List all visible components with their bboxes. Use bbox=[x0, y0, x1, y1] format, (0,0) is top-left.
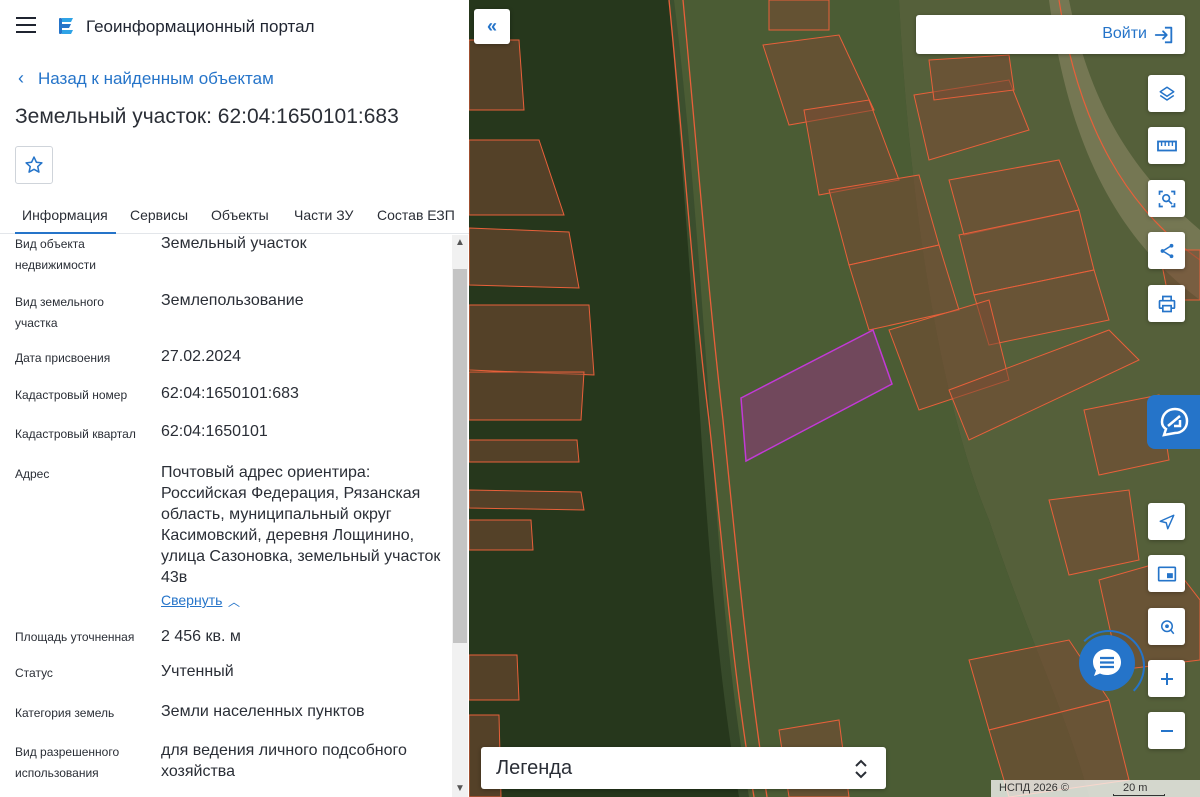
print-icon bbox=[1158, 295, 1175, 312]
login-icon bbox=[1154, 26, 1173, 44]
info-label: Адрес bbox=[15, 467, 50, 481]
address-value: Почтовый адрес ориентира: Российская Фед… bbox=[161, 464, 441, 586]
info-label: Дата присвоения bbox=[15, 351, 111, 365]
tab-objects[interactable]: Объекты bbox=[211, 207, 269, 223]
map-attribution: НСПД 2026 © 20 m bbox=[991, 780, 1200, 797]
info-list[interactable]: Вид объекта недвижимости Земельный участ… bbox=[0, 235, 469, 797]
info-value: 2 456 кв. м bbox=[161, 628, 241, 645]
minimap-icon bbox=[1157, 566, 1176, 581]
locate-button[interactable] bbox=[1148, 503, 1185, 540]
app-title: Геоинформационный портал bbox=[86, 17, 315, 36]
object-tabs: Информация Сервисы Объекты Части ЗУ Сост… bbox=[0, 198, 469, 234]
pin-search-button[interactable] bbox=[1148, 608, 1185, 645]
info-value: Земельный участок bbox=[161, 235, 307, 252]
info-label: Статус bbox=[15, 666, 53, 680]
info-label: Вид разрешенного использования bbox=[15, 745, 120, 780]
chevron-up-icon: ︿ bbox=[228, 595, 241, 609]
menu-icon[interactable] bbox=[16, 17, 36, 33]
object-title: Земельный участок: 62:04:1650101:683 bbox=[15, 105, 399, 128]
chevron-updown-icon bbox=[855, 759, 867, 779]
zoom-in-button[interactable] bbox=[1148, 660, 1185, 697]
info-value: 62:04:1650101 bbox=[161, 423, 268, 440]
login-button[interactable]: Войти bbox=[916, 15, 1185, 54]
info-value: Учтенный bbox=[161, 663, 234, 680]
info-scrollbar[interactable]: ▲ ▼ bbox=[452, 235, 468, 797]
scale-label: 20 m bbox=[1123, 782, 1148, 794]
info-panel: Геоинформационный портал ‹ Назад к найден… bbox=[0, 0, 469, 797]
info-label: Кадастровый номер bbox=[15, 388, 128, 402]
share-icon bbox=[1160, 243, 1173, 258]
collapse-panel-button[interactable]: « bbox=[474, 9, 510, 44]
login-label: Войти bbox=[1102, 25, 1147, 42]
zoom-in-icon bbox=[1160, 672, 1173, 685]
info-value: 27.02.2024 bbox=[161, 348, 242, 365]
measure-button[interactable] bbox=[1148, 127, 1185, 164]
tab-ezp-composition[interactable]: Состав ЕЗП bbox=[377, 207, 455, 223]
tab-parcel-parts[interactable]: Части ЗУ bbox=[294, 207, 353, 223]
tab-services[interactable]: Сервисы bbox=[130, 207, 188, 223]
chat-icon bbox=[1093, 649, 1121, 676]
minimap-button[interactable] bbox=[1148, 555, 1185, 592]
ruler-icon bbox=[1156, 140, 1177, 151]
back-link-label: Назад к найденным объектам bbox=[38, 69, 274, 88]
scroll-up-icon[interactable]: ▲ bbox=[452, 235, 468, 251]
info-value: для ведения личного подсобного хозяйства bbox=[161, 742, 407, 780]
chevron-left-icon: ‹ bbox=[18, 68, 24, 88]
star-icon bbox=[25, 156, 43, 173]
attribution-text: НСПД 2026 © bbox=[999, 782, 1069, 794]
layers-button[interactable] bbox=[1148, 75, 1185, 112]
info-value: Землепользование bbox=[161, 292, 304, 309]
chat-button[interactable] bbox=[1079, 635, 1135, 691]
info-label: Кадастровый квартал bbox=[15, 427, 136, 441]
print-button[interactable] bbox=[1148, 285, 1185, 322]
back-to-results-link[interactable]: ‹ Назад к найденным объектам bbox=[18, 68, 274, 89]
scrollbar-thumb[interactable] bbox=[453, 269, 467, 643]
assistant-logo-icon bbox=[1160, 407, 1188, 437]
scale-bar bbox=[1113, 794, 1165, 796]
info-value: 62:04:1650101:683 bbox=[161, 385, 299, 402]
legend-panel[interactable]: Легенда bbox=[481, 747, 886, 789]
info-value: Земли населенных пунктов bbox=[161, 703, 365, 720]
scroll-down-icon[interactable]: ▼ bbox=[452, 781, 468, 797]
share-button[interactable] bbox=[1148, 232, 1185, 269]
zoom-out-icon bbox=[1160, 729, 1173, 732]
assistant-button[interactable] bbox=[1147, 395, 1200, 449]
double-chevron-left-icon: « bbox=[486, 16, 497, 36]
app-header: Геоинформационный портал bbox=[0, 0, 469, 52]
area-select-button[interactable] bbox=[1148, 180, 1185, 217]
info-label: Вид земельного участка bbox=[15, 295, 104, 330]
locate-icon bbox=[1159, 514, 1174, 529]
layers-icon bbox=[1159, 86, 1174, 101]
collapse-address-link[interactable]: Свернуть bbox=[161, 592, 222, 608]
portal-logo-icon bbox=[59, 18, 73, 34]
favorite-button[interactable] bbox=[15, 146, 53, 184]
info-label: Площадь уточненная bbox=[15, 630, 135, 644]
info-label: Вид объекта недвижимости bbox=[15, 237, 96, 272]
chat-widget[interactable] bbox=[1073, 630, 1145, 702]
pin-search-icon bbox=[1160, 619, 1174, 634]
tab-information[interactable]: Информация bbox=[15, 207, 116, 234]
info-label: Категория земель bbox=[15, 706, 115, 720]
zoom-out-button[interactable] bbox=[1148, 712, 1185, 749]
legend-label: Легенда bbox=[496, 757, 573, 779]
select-area-icon bbox=[1158, 190, 1175, 207]
